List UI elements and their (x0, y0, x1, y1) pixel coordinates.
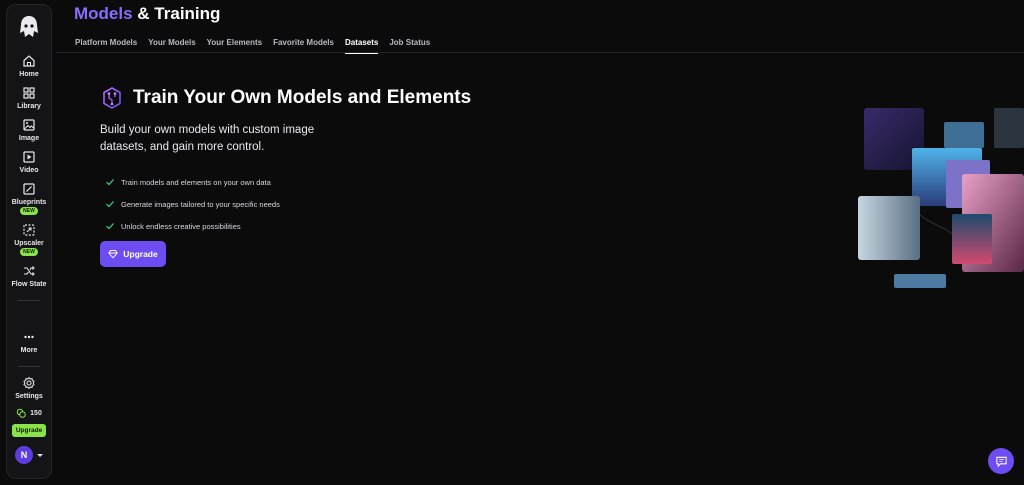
hero-description: Build your own models with custom image … (100, 124, 315, 153)
account-menu[interactable]: N (15, 446, 43, 464)
upgrade-button[interactable]: Upgrade (100, 241, 166, 267)
diamond-icon (108, 250, 119, 259)
sidebar-item-label: Image (18, 135, 40, 142)
new-badge: NEW (20, 207, 38, 215)
sidebar: Home Library Image Video Blueprints NEW … (6, 4, 52, 479)
sidebar-item-image[interactable]: Image (7, 117, 51, 142)
sidebar-divider (18, 300, 40, 301)
page-title-rest: & Training (137, 4, 221, 23)
more-dots-icon (24, 335, 34, 339)
page-title: Models & Training (74, 4, 220, 24)
page-title-accent: Models (74, 4, 133, 23)
sidebar-item-library[interactable]: Library (7, 85, 51, 110)
upgrade-button-label: Upgrade (123, 249, 158, 259)
sidebar-upgrade-button[interactable]: Upgrade (11, 424, 47, 437)
logo-icon[interactable] (18, 15, 40, 39)
sidebar-item-home[interactable]: Home (7, 53, 51, 78)
home-icon (23, 55, 35, 67)
check-icon (106, 179, 114, 186)
training-circuit-icon (103, 87, 121, 109)
token-icon (16, 408, 26, 418)
list-item: Train models and elements on your own da… (105, 171, 280, 193)
sidebar-item-label: Settings (15, 393, 43, 400)
sidebar-item-upscaler[interactable]: Upscaler NEW (7, 222, 51, 256)
feature-text: Train models and elements on your own da… (121, 177, 271, 187)
dataset-image-collage (852, 104, 1024, 294)
grid-icon (23, 87, 35, 99)
sidebar-item-label: More (20, 347, 38, 354)
sidebar-item-more[interactable]: More (7, 329, 51, 354)
feature-text: Unlock endless creative possibilities (121, 221, 241, 231)
shuffle-icon (24, 266, 35, 276)
collage-graphic (858, 108, 1024, 288)
blueprint-icon (23, 183, 35, 195)
avatar: N (15, 446, 33, 464)
header-divider (56, 52, 1024, 53)
hero-title: Train Your Own Models and Elements (133, 87, 472, 108)
sidebar-divider (18, 366, 40, 367)
sidebar-item-blueprints[interactable]: Blueprints NEW (7, 181, 51, 215)
check-icon (106, 223, 114, 230)
token-count: 150 (30, 409, 42, 417)
token-balance: 150 (16, 408, 42, 418)
check-icon (106, 201, 114, 208)
list-item: Unlock endless creative possibilities (105, 215, 280, 237)
sidebar-item-label: Blueprints (11, 199, 47, 206)
sidebar-item-label: Flow State (11, 281, 47, 288)
video-icon (23, 151, 35, 163)
feature-list: Train models and elements on your own da… (105, 171, 280, 237)
chat-support-button[interactable] (988, 448, 1014, 474)
sidebar-item-label: Library (17, 103, 41, 110)
feature-text: Generate images tailored to your specifi… (121, 199, 280, 209)
sidebar-item-settings[interactable]: Settings (7, 375, 51, 400)
chevron-down-icon (37, 453, 43, 457)
chat-icon (995, 456, 1007, 467)
gear-icon (23, 376, 35, 390)
list-item: Generate images tailored to your specifi… (105, 193, 280, 215)
image-icon (23, 119, 35, 131)
new-badge: NEW (20, 248, 38, 256)
sidebar-item-label: Home (19, 71, 39, 78)
sidebar-item-label: Video (19, 167, 39, 174)
sidebar-item-video[interactable]: Video (7, 149, 51, 174)
sidebar-item-flow-state[interactable]: Flow State (7, 263, 51, 288)
upscale-icon (23, 224, 35, 236)
sidebar-item-label: Upscaler (14, 240, 44, 247)
